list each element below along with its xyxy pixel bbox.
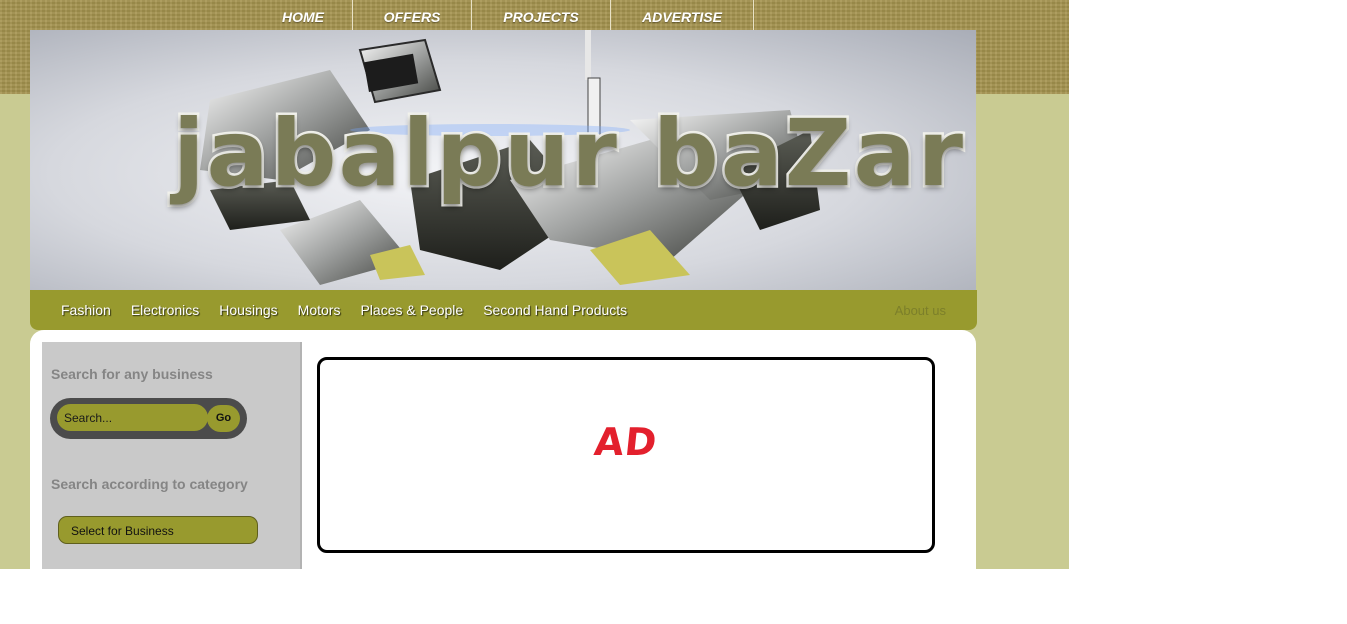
category-electronics-link[interactable]: Electronics [131,290,199,330]
category-search-heading: Search according to category [51,476,248,492]
advertisement-box[interactable]: AD [317,357,935,553]
sidebar: Search for any business Go Search accord… [42,342,302,569]
ad-label: AD [592,420,660,464]
category-navigation: Fashion Electronics Housings Motors Plac… [30,290,977,330]
about-us-link[interactable]: About us [895,290,946,330]
header-banner: jabalpur baZar [30,30,976,290]
search-heading: Search for any business [51,366,213,382]
category-fashion-link[interactable]: Fashion [61,290,111,330]
go-button[interactable]: Go [207,405,240,432]
nav-advertise-link[interactable]: ADVERTISE [611,0,754,30]
site-logo-text: jabalpur baZar [171,98,966,210]
category-second-hand-link[interactable]: Second Hand Products [483,290,627,330]
category-housings-link[interactable]: Housings [219,290,277,330]
search-bar: Go [50,398,247,439]
nav-offers-link[interactable]: OFFERS [353,0,472,30]
content-panel: Search for any business Go Search accord… [30,330,976,569]
search-input[interactable] [57,404,208,431]
top-navigation: HOME OFFERS PROJECTS ADVERTISE [254,0,754,30]
category-motors-link[interactable]: Motors [298,290,341,330]
business-category-select[interactable]: Select for Business [58,516,258,544]
nav-projects-link[interactable]: PROJECTS [472,0,611,30]
category-places-people-link[interactable]: Places & People [360,290,463,330]
nav-home-link[interactable]: HOME [254,0,353,30]
